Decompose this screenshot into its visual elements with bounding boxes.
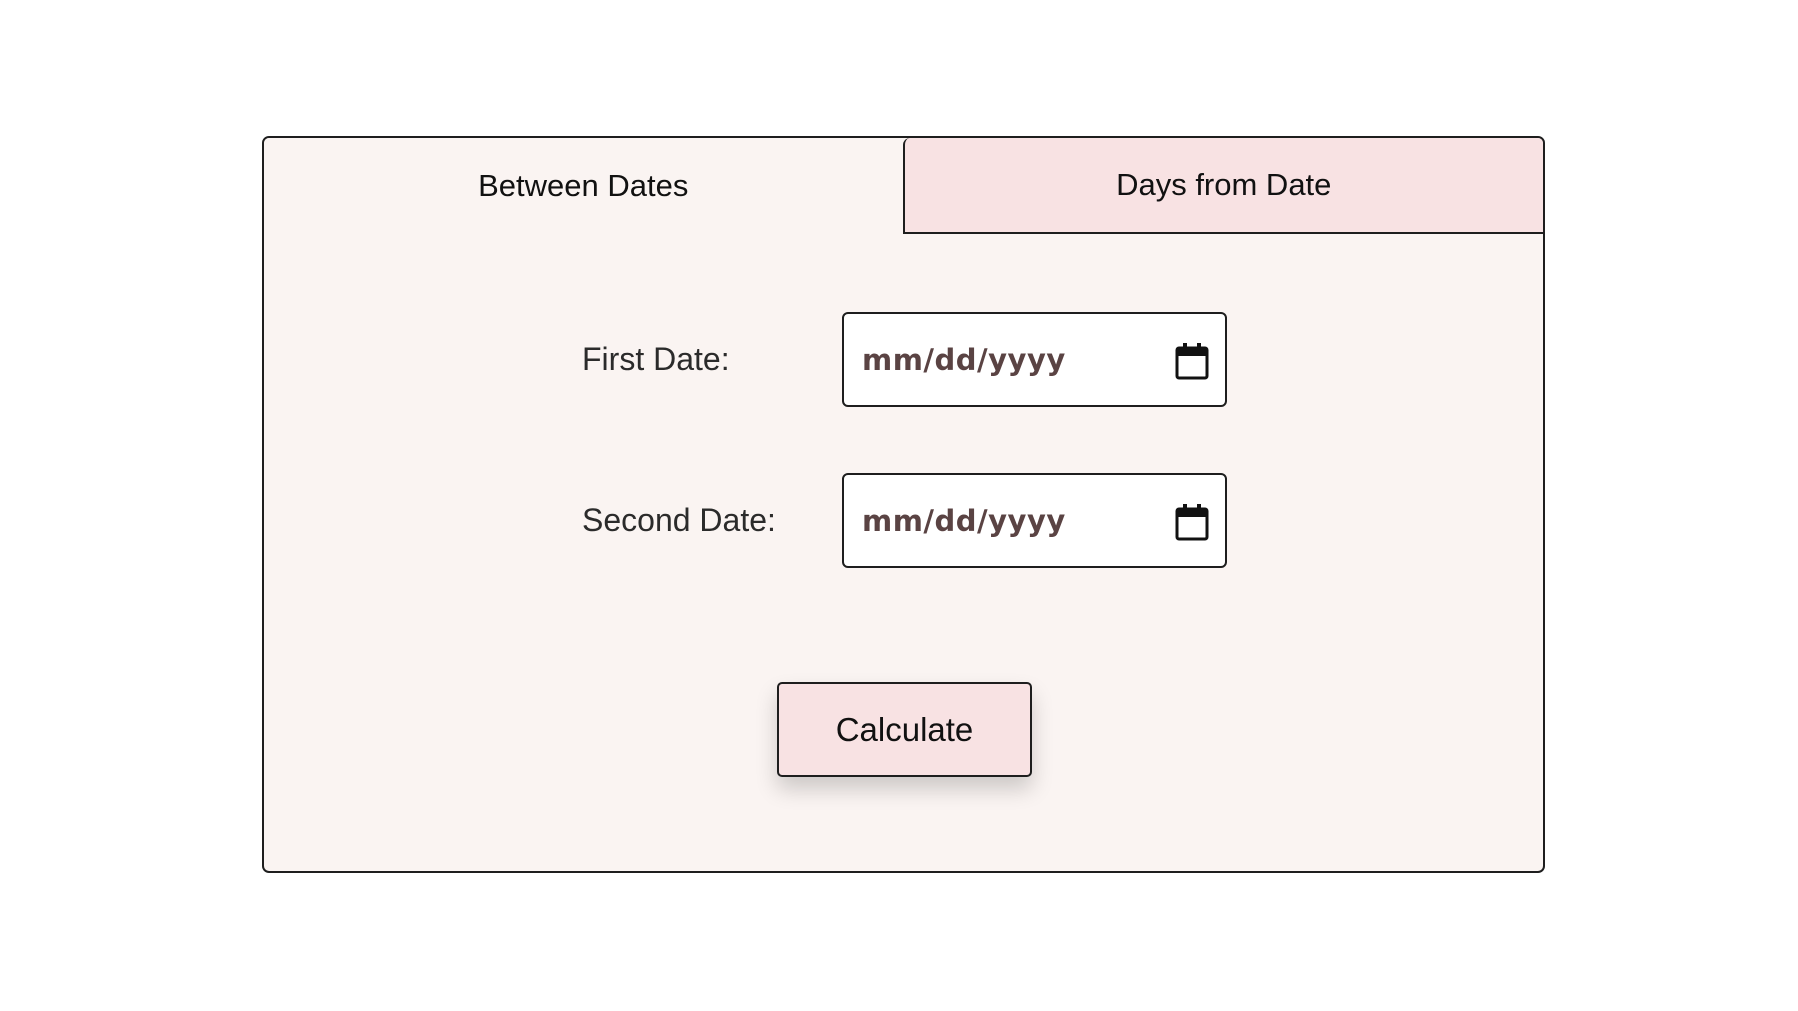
- first-date-label: First Date:: [582, 341, 730, 377]
- second-date-label: Second Date:: [582, 502, 776, 538]
- second-date-placeholder: mm/dd/yyyy: [862, 503, 1066, 538]
- second-date-input[interactable]: mm/dd/yyyy: [842, 473, 1227, 568]
- tab-between-dates[interactable]: Between Dates: [264, 138, 903, 234]
- second-date-row: Second Date: mm/dd/yyyy: [582, 473, 1227, 568]
- first-date-placeholder: mm/dd/yyyy: [862, 342, 1066, 377]
- tab-label: Days from Date: [1116, 167, 1332, 202]
- calendar-icon[interactable]: [1175, 503, 1209, 541]
- tab-bar: Between Dates Days from Date: [264, 138, 1543, 234]
- date-calculator-panel: Between Dates Days from Date First Date:…: [262, 136, 1545, 873]
- calendar-icon[interactable]: [1175, 342, 1209, 380]
- first-date-row: First Date: mm/dd/yyyy: [582, 312, 1227, 407]
- first-date-input[interactable]: mm/dd/yyyy: [842, 312, 1227, 407]
- tab-label: Between Dates: [478, 168, 689, 203]
- tab-days-from-date[interactable]: Days from Date: [902, 138, 1543, 234]
- calculate-button[interactable]: Calculate: [777, 682, 1032, 777]
